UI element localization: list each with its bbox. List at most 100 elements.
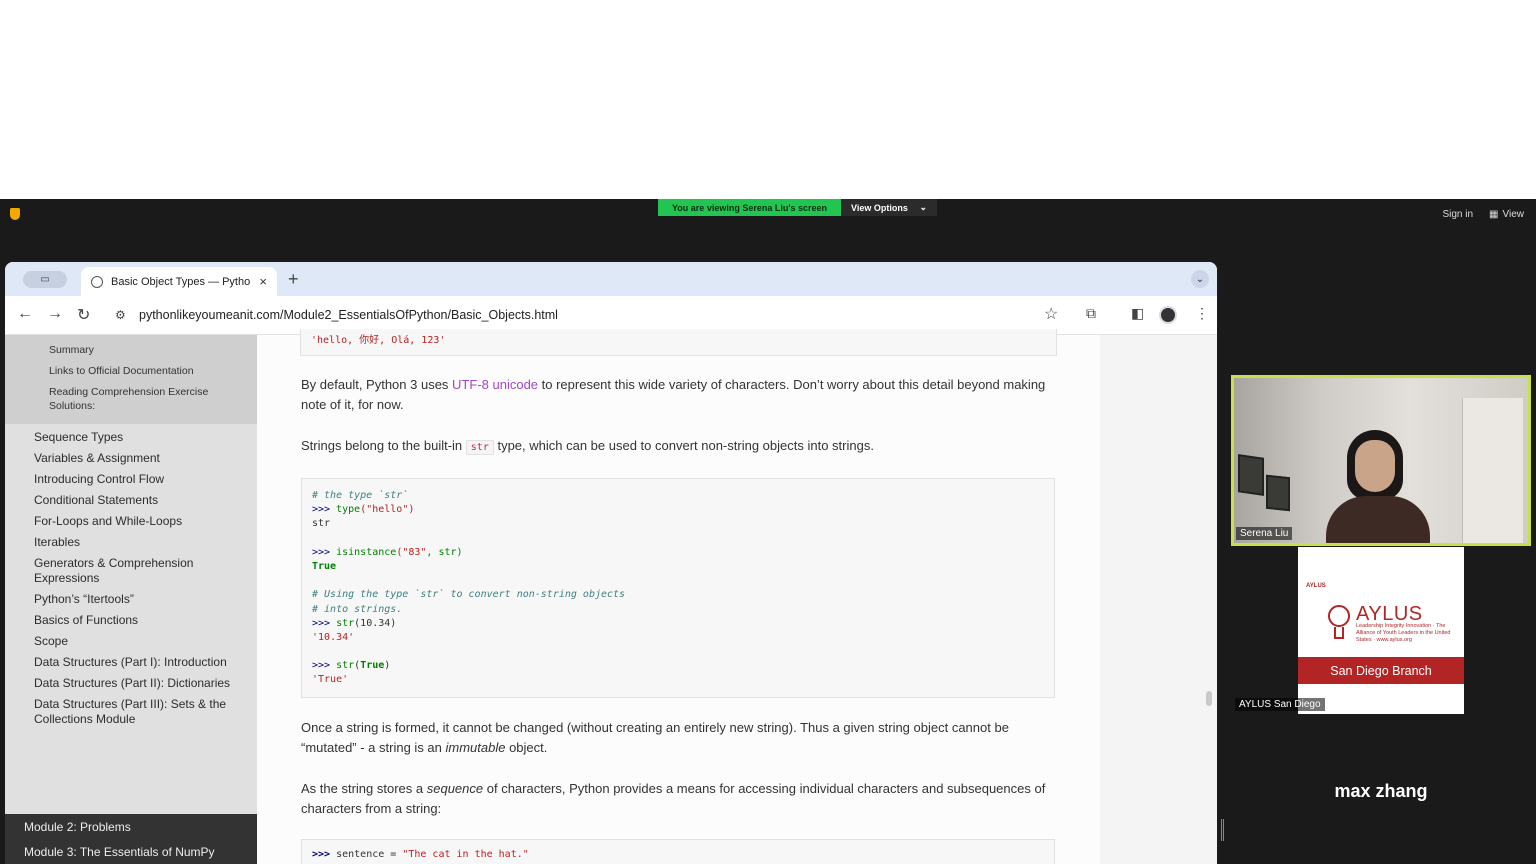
participant-name: AYLUS San Diego xyxy=(1235,698,1325,711)
builtin: str xyxy=(336,660,355,672)
side-panel-icon[interactable]: ◧ xyxy=(1131,305,1144,322)
prompt: >>> xyxy=(312,849,337,860)
sidebar-item[interactable]: Scope xyxy=(5,634,257,649)
code-comment: # the type `str` xyxy=(312,490,409,501)
extensions-icon[interactable]: ⧉ xyxy=(1086,305,1096,322)
sidebar-item[interactable]: Data Structures (Part II): Dictionaries xyxy=(5,676,257,691)
code-output: True xyxy=(312,560,337,572)
new-tab-button[interactable]: + xyxy=(288,269,299,290)
code-blank xyxy=(312,532,1044,546)
tab-title: Basic Object Types — Python xyxy=(111,275,252,288)
sidebar-item[interactable]: For-Loops and While-Loops xyxy=(5,514,257,529)
prompt: >>> xyxy=(312,504,337,516)
address-bar[interactable]: ⚙ pythonlikeyoumeanit.com/Module2_Essent… xyxy=(109,301,1071,329)
bookmark-star-icon[interactable]: ☆ xyxy=(1044,304,1058,324)
back-arrow-icon[interactable]: ← xyxy=(17,305,33,323)
zoom-top-right-controls: Sign in ▦ View xyxy=(1442,209,1524,220)
sidebar-subitem[interactable]: Links to Official Documentation xyxy=(5,364,257,378)
panel-resize-handle[interactable] xyxy=(1221,819,1224,841)
shared-browser-window: ▭ Basic Object Types — Python × + ⌄ ← → … xyxy=(5,262,1217,864)
security-shield-icon[interactable] xyxy=(10,208,20,220)
code-output: str xyxy=(312,518,331,530)
emphasis: immutable xyxy=(445,740,506,755)
sidebar-module[interactable]: Module 3: The Essentials of NumPy xyxy=(5,839,257,864)
sidebar-item[interactable]: Conditional Statements xyxy=(5,493,257,508)
camera-door xyxy=(1462,398,1523,543)
code-line: >>> str(True) xyxy=(312,659,1044,673)
page-scrollbar[interactable] xyxy=(1206,691,1212,706)
paragraph-utf8: By default, Python 3 uses UTF-8 unicode … xyxy=(301,375,1061,415)
close-tab-icon[interactable]: × xyxy=(259,274,267,289)
code-block-str: # the type `str` >>> type("hello") str >… xyxy=(301,478,1055,698)
args: ("hello") xyxy=(360,504,415,516)
tab-basic-object-types[interactable]: Basic Object Types — Python × xyxy=(81,267,277,296)
site-info-icon[interactable]: ⚙ xyxy=(115,308,127,322)
participant-video-max[interactable]: max zhang xyxy=(1233,718,1529,864)
participant-name: max zhang xyxy=(1334,780,1428,801)
code-block-sentence: >>> sentence = "The cat in the hat." xyxy=(301,839,1055,864)
sidebar-subsection: Summary Links to Official Documentation … xyxy=(5,335,257,424)
tab-search-icon[interactable]: ▭ xyxy=(23,271,67,288)
aylus-tagline: Leadership Integrity Innovation · The Al… xyxy=(1356,623,1451,643)
wall-picture xyxy=(1266,474,1290,512)
participant-video-serena[interactable]: Serena Liu xyxy=(1231,375,1531,546)
participant-face xyxy=(1355,440,1395,492)
sidebar-item[interactable]: Iterables xyxy=(5,535,257,550)
prompt: >>> xyxy=(312,617,337,629)
builtin: str xyxy=(336,617,355,629)
inline-code-str: str xyxy=(465,440,494,455)
screen-share-banner: You are viewing Serena Liu's screen xyxy=(658,199,841,216)
participant-name: Serena Liu xyxy=(1236,527,1293,540)
code-blank xyxy=(312,574,1044,588)
code-line: >>> type("hello") xyxy=(312,503,1044,517)
forward-arrow-icon[interactable]: → xyxy=(47,305,63,323)
top-blank-area xyxy=(0,0,1536,199)
code-comment: # Using the type `str` to convert non-st… xyxy=(312,589,626,601)
chevron-down-icon: ⌄ xyxy=(919,202,927,212)
prompt: >>> xyxy=(312,660,337,672)
sidebar-item[interactable]: Data Structures (Part III): Sets & the C… xyxy=(5,697,257,727)
sidebar-item[interactable]: Basics of Functions xyxy=(5,613,257,628)
participant-body xyxy=(1326,496,1430,543)
view-options-label: View Options xyxy=(851,202,908,213)
tab-list-chevron-icon[interactable]: ⌄ xyxy=(1191,270,1209,288)
sidebar-item[interactable]: Introducing Control Flow xyxy=(5,472,257,487)
article-body: 'hello, 你好, Olá, 123' By default, Python… xyxy=(257,329,1100,864)
lightbulb-icon xyxy=(1328,605,1350,627)
args: , str) xyxy=(426,546,463,558)
sidebar-subitem[interactable]: Reading Comprehension Exercise Solutions… xyxy=(5,385,257,413)
previous-code-block: 'hello, 你好, Olá, 123' xyxy=(300,329,1057,356)
url-text: pythonlikeyoumeanit.com/Module2_Essentia… xyxy=(139,308,558,322)
sidebar-item[interactable]: Generators & Comprehension Expressions xyxy=(5,556,257,586)
sidebar-item[interactable]: Sequence Types xyxy=(5,430,257,445)
grid-icon: ▦ xyxy=(1489,209,1499,220)
sign-in-button[interactable]: Sign in xyxy=(1442,209,1473,220)
aylus-profile-image: AYLUS AYLUS Leadership Integrity Innovat… xyxy=(1298,547,1464,714)
sidebar-item[interactable]: Data Structures (Part I): Introduction xyxy=(5,655,257,670)
participant-video-aylus[interactable]: AYLUS AYLUS Leadership Integrity Innovat… xyxy=(1233,547,1529,714)
code-output: '10.34' xyxy=(312,631,355,643)
view-button[interactable]: ▦ View xyxy=(1489,209,1524,220)
code-line: 'hello, 你好, Olá, 123' xyxy=(311,335,446,346)
utf8-link[interactable]: UTF-8 unicode xyxy=(452,377,538,392)
sidebar-subitem[interactable]: Summary xyxy=(5,343,257,357)
paragraph-sequence: As the string stores a sequence of chara… xyxy=(301,779,1061,819)
sidebar-module[interactable]: Module 2: Problems xyxy=(5,814,257,839)
code-line: >>> isinstance("83", str) xyxy=(312,546,1044,560)
sidebar-item[interactable]: Python’s “Itertools” xyxy=(5,592,257,607)
args: ) xyxy=(384,660,391,672)
emphasis: sequence xyxy=(426,781,484,796)
profile-avatar[interactable] xyxy=(1159,306,1177,324)
aylus-small-logo: AYLUS xyxy=(1306,583,1326,589)
page-right-margin xyxy=(1100,335,1217,864)
text: type, which can be used to convert non-s… xyxy=(493,438,874,453)
reload-icon[interactable]: ↻ xyxy=(77,305,90,325)
code-var: sentence = xyxy=(336,849,403,860)
view-options-button[interactable]: View Options ⌄ xyxy=(841,199,937,216)
text: object. xyxy=(505,740,548,755)
text: By default, Python 3 uses xyxy=(301,377,453,392)
more-menu-icon[interactable]: ⋮ xyxy=(1195,305,1209,322)
sidebar-modules: Module 2: Problems Module 3: The Essenti… xyxy=(5,814,257,864)
code-string: "The cat in the hat." xyxy=(402,849,529,860)
sidebar-item[interactable]: Variables & Assignment xyxy=(5,451,257,466)
